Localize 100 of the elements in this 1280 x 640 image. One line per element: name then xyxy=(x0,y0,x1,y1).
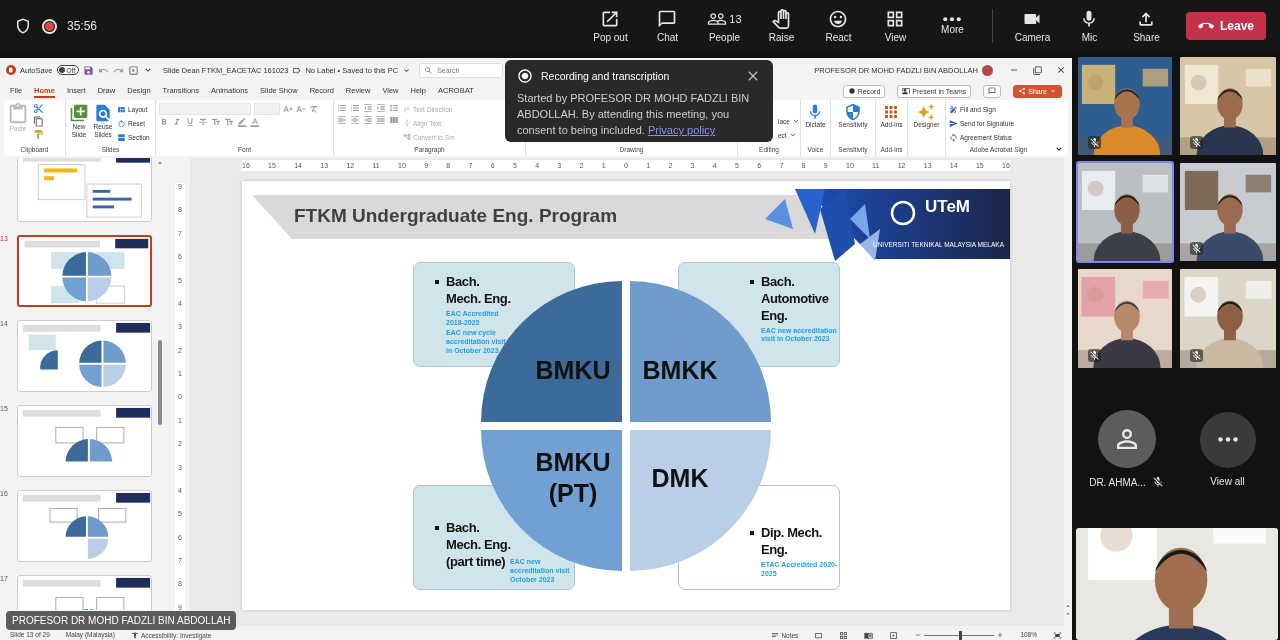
scroll-up-icon[interactable] xyxy=(1064,602,1072,610)
diagram-icon xyxy=(403,133,411,141)
program-name: Bach. Automotive Eng. xyxy=(761,274,829,325)
presenter-name: PROFESOR DR MOHD FADZLI BIN ABDOLLAH xyxy=(6,611,237,630)
grid-icon xyxy=(885,9,906,29)
align-center-icon[interactable] xyxy=(350,115,360,125)
quadrant-label: BMKU (PT) xyxy=(535,446,611,509)
app-logo-icon xyxy=(6,65,16,75)
font-size-field[interactable] xyxy=(254,103,280,115)
toolbar-button[interactable]: Raise xyxy=(757,9,805,43)
logo-text: UTeM xyxy=(925,197,970,217)
toolbar-button[interactable]: 13 People xyxy=(700,9,748,43)
view-all-label[interactable]: View all xyxy=(1210,475,1245,487)
bullet-icon xyxy=(435,526,439,530)
save-icon[interactable] xyxy=(83,64,95,76)
character-spacing-icon[interactable] xyxy=(211,117,221,127)
comments-button[interactable] xyxy=(983,84,1002,98)
slide-thumbnail[interactable] xyxy=(17,235,152,307)
notice-text: Started by PROFESOR DR MOHD FADZLI BIN ABDOLLAH. By attending this meeting, you consent to being included. Privacy policy xyxy=(517,91,751,138)
slider-thumb[interactable] xyxy=(959,630,963,640)
align-left-icon[interactable] xyxy=(337,115,347,125)
align-right-icon[interactable] xyxy=(363,115,373,125)
highlighter-icon[interactable] xyxy=(237,117,247,127)
restore-icon[interactable] xyxy=(1033,65,1042,75)
underline-icon[interactable] xyxy=(185,117,195,127)
hand-icon xyxy=(771,9,792,29)
sync-icon xyxy=(949,132,958,142)
slide-title: FTKM Undergraduate Eng. Program xyxy=(294,205,618,227)
clear-format-icon[interactable] xyxy=(309,104,319,114)
sparkle-icon xyxy=(917,103,936,121)
meeting-timer: 35:56 xyxy=(67,19,98,33)
scissors-icon[interactable] xyxy=(33,103,44,114)
smiley-icon xyxy=(828,9,849,29)
record-icon xyxy=(847,87,856,95)
slide-add-icon xyxy=(69,103,89,123)
indent-decrease-icon[interactable] xyxy=(363,103,373,113)
more-icon xyxy=(1217,437,1238,442)
shield-icon xyxy=(14,17,32,35)
normal-view-icon[interactable] xyxy=(814,631,824,640)
bullet-icon xyxy=(750,531,754,535)
fit-icon[interactable] xyxy=(1053,631,1062,640)
copy-icon[interactable] xyxy=(33,116,44,127)
people-count: 13 xyxy=(729,13,742,25)
justify-icon[interactable] xyxy=(376,115,386,125)
quadrant-label: DMK xyxy=(651,463,709,495)
notice-title: Recording and transcription xyxy=(541,70,671,82)
indent-increase-icon[interactable] xyxy=(376,103,386,113)
quadrant-label: BMKK xyxy=(642,355,718,387)
toolbar-button[interactable]: Camera xyxy=(1008,9,1056,43)
toolbar-button[interactable]: View xyxy=(871,9,919,43)
toolbar-button[interactable]: More xyxy=(928,16,976,36)
scrollbar-thumb[interactable] xyxy=(158,340,162,425)
bullet-icon xyxy=(435,280,439,284)
notes-icon xyxy=(771,631,780,639)
slide-search-icon xyxy=(93,103,113,123)
send-icon xyxy=(949,118,958,128)
reset-icon xyxy=(117,118,126,128)
line-spacing-icon[interactable] xyxy=(389,103,399,113)
numbering-icon[interactable] xyxy=(350,103,360,113)
sorter-view-icon[interactable] xyxy=(839,631,849,640)
change-case-icon[interactable] xyxy=(224,117,234,127)
shield-icon xyxy=(844,103,862,121)
columns-icon[interactable] xyxy=(389,115,399,125)
toolbar-button[interactable]: Chat xyxy=(643,9,691,43)
brush-icon[interactable] xyxy=(33,129,44,140)
reading-view-icon[interactable] xyxy=(864,631,874,640)
record-icon xyxy=(517,68,533,84)
program-name: Bach. Mech. Eng. xyxy=(446,274,511,308)
toolbar-button[interactable]: React xyxy=(814,9,862,43)
clipboard-icon xyxy=(7,103,29,125)
present-icon[interactable] xyxy=(128,64,140,76)
search-icon xyxy=(424,65,434,75)
font-name-field[interactable] xyxy=(159,103,251,115)
program-name: Dip. Mech. Eng. xyxy=(761,525,822,559)
layout-icon xyxy=(117,104,126,114)
strikethrough-icon[interactable] xyxy=(198,117,208,127)
bullet-icon xyxy=(750,280,754,284)
user-avatar xyxy=(982,64,993,76)
close-icon[interactable] xyxy=(1056,65,1066,75)
font-color-icon[interactable] xyxy=(250,117,260,127)
bullets-icon[interactable] xyxy=(337,103,347,113)
pop-out-icon xyxy=(600,9,621,29)
bold-icon[interactable] xyxy=(159,117,169,127)
program-name: Bach. Mech. Eng. (part time) xyxy=(446,520,511,569)
slideshow-icon[interactable] xyxy=(889,631,899,640)
more-icon xyxy=(943,16,962,22)
leave-button[interactable]: Leave xyxy=(1185,12,1266,40)
share-icon xyxy=(1018,87,1027,95)
caret-icon xyxy=(1049,87,1057,95)
privacy-link[interactable]: Privacy policy xyxy=(647,124,716,136)
italic-icon[interactable] xyxy=(172,117,182,127)
toolbar-button[interactable]: Share xyxy=(1122,9,1170,43)
present-icon xyxy=(902,87,911,95)
toolbar-button[interactable]: Mic xyxy=(1065,9,1113,43)
chat-icon xyxy=(657,9,678,29)
label-icon xyxy=(292,65,302,75)
toolbar-button[interactable]: Pop out xyxy=(586,9,634,43)
accessibility-icon xyxy=(130,631,139,639)
section-icon xyxy=(117,132,126,142)
participant-name: DR. AHMA... xyxy=(1089,476,1146,488)
